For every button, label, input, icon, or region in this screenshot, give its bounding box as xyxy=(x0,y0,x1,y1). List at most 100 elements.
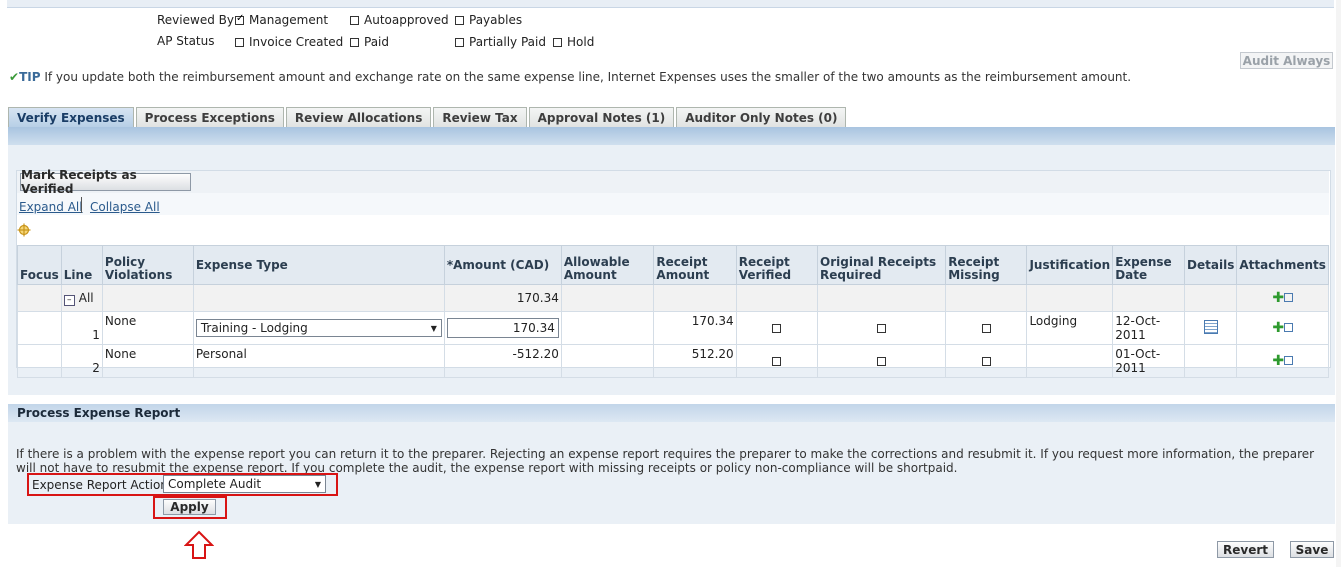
audit-always-button[interactable]: Audit Always xyxy=(1240,52,1333,69)
expand-collapse-row xyxy=(17,193,1329,215)
all-label: All xyxy=(78,290,94,305)
expense-report-action-label: Expense Report Action xyxy=(32,478,168,492)
save-button[interactable]: Save xyxy=(1290,541,1334,558)
col-expense-date-header: Expense Date xyxy=(1112,245,1186,285)
original-receipts-required-checkbox[interactable] xyxy=(877,357,887,366)
receipt-missing-checkbox[interactable] xyxy=(981,324,991,333)
partially-paid-checkbox[interactable] xyxy=(455,37,464,47)
tip-text: If you update both the reimbursement amo… xyxy=(44,70,1132,84)
ap-status-hold[interactable]: Hold xyxy=(553,35,594,49)
col-attachments-header: Attachments xyxy=(1236,245,1329,285)
dropdown-arrow-icon: ▼ xyxy=(430,323,437,333)
collapse-minus-icon[interactable]: – xyxy=(63,294,75,306)
amount-input[interactable]: 170.34 xyxy=(446,318,559,338)
tab-review-tax[interactable]: Review Tax xyxy=(433,107,527,127)
tab-review-allocations[interactable]: Review Allocations xyxy=(285,107,432,127)
process-expense-report-header: Process Expense Report xyxy=(8,404,1335,422)
add-attachment-icon[interactable]: ✚ xyxy=(1272,290,1284,306)
autoapproved-checkbox[interactable] xyxy=(350,15,359,25)
col-policy-header: Policy Violations xyxy=(101,245,194,285)
tip-message: ✔TIP If you update both the reimbursemen… xyxy=(9,70,1131,84)
col-focus-header: Focus xyxy=(17,245,62,285)
expand-all-link[interactable]: Expand All xyxy=(19,200,83,214)
attachment-icon[interactable] xyxy=(1284,293,1294,302)
justification xyxy=(1026,344,1114,378)
col-receipt-amount-header: Receipt Amount xyxy=(653,245,737,285)
hold-checkbox[interactable] xyxy=(553,37,562,47)
line-number: 1 xyxy=(60,311,103,345)
col-receipt-verified-header: Receipt Verified xyxy=(735,245,819,285)
reviewed-by-label: Reviewed By xyxy=(157,13,234,27)
apply-button[interactable]: Apply xyxy=(163,499,216,515)
col-original-required-header: Original Receipts Required xyxy=(817,245,947,285)
focus-crosshair-icon[interactable] xyxy=(17,223,31,237)
ap-status-label: AP Status xyxy=(157,34,215,48)
receipt-amount: 170.34 xyxy=(653,311,737,345)
ap-status-invoice-created[interactable]: Invoice Created xyxy=(235,35,343,49)
table-row: 2 None Personal -512.20 512.20 01-Oct-20… xyxy=(17,344,1329,378)
focus-cell xyxy=(17,311,62,345)
col-line-header: Line xyxy=(60,245,103,285)
amount: -512.20 xyxy=(443,344,562,378)
table-row-all: – All 170.34 ✚ xyxy=(17,284,1329,312)
receipt-amount: 512.20 xyxy=(653,344,737,378)
col-details-header: Details xyxy=(1184,245,1238,285)
expense-date: 12-Oct-2011 xyxy=(1112,311,1186,345)
ap-status-partially-paid[interactable]: Partially Paid xyxy=(455,35,546,49)
reviewed-by-management[interactable]: Management xyxy=(235,13,328,27)
policy-violations: None xyxy=(101,344,194,378)
invoice-created-checkbox[interactable] xyxy=(235,37,244,47)
expense-type: Personal xyxy=(192,344,445,378)
details-icon[interactable] xyxy=(1203,319,1218,334)
add-attachment-icon[interactable]: ✚ xyxy=(1272,320,1284,336)
receipt-verified-checkbox[interactable] xyxy=(772,357,782,366)
paid-checkbox[interactable] xyxy=(350,37,359,47)
table-toolbar xyxy=(17,171,1329,193)
dropdown-arrow-icon: ▼ xyxy=(314,479,321,489)
tab-verify-expenses[interactable]: Verify Expenses xyxy=(8,107,134,127)
attachment-icon[interactable] xyxy=(1284,356,1294,365)
mark-receipts-verified-button[interactable]: Mark Receipts as Verified xyxy=(20,168,191,196)
original-receipts-required-checkbox[interactable] xyxy=(877,324,887,333)
expense-lines-table: Focus Line Policy Violations Expense Typ… xyxy=(17,245,1329,378)
link-divider xyxy=(81,197,82,213)
allowable-amount xyxy=(560,344,655,378)
tab-approval-notes[interactable]: Approval Notes (1) xyxy=(528,107,675,127)
collapse-all-link[interactable]: Collapse All xyxy=(90,200,160,214)
justification: Lodging xyxy=(1026,311,1114,345)
tab-process-exceptions[interactable]: Process Exceptions xyxy=(135,107,284,127)
tab-underline-bar xyxy=(8,127,1335,145)
management-checkbox[interactable] xyxy=(235,13,244,25)
expense-report-action-select[interactable]: Complete Audit ▼ xyxy=(163,475,326,493)
allowable-amount xyxy=(560,311,655,345)
focus-cell xyxy=(17,344,62,378)
reviewed-by-autoapproved[interactable]: Autoapproved xyxy=(350,13,449,27)
revert-button[interactable]: Revert xyxy=(1217,541,1274,558)
details-cell xyxy=(1184,344,1238,378)
tip-label: TIP xyxy=(19,70,41,84)
receipt-missing-checkbox[interactable] xyxy=(981,357,991,366)
receipt-verified-checkbox[interactable] xyxy=(772,324,782,333)
top-header-strip xyxy=(7,0,1334,8)
all-toggle[interactable]: – All xyxy=(60,284,103,312)
tab-auditor-only-notes[interactable]: Auditor Only Notes (0) xyxy=(676,107,847,127)
policy-violations: None xyxy=(101,311,194,345)
process-description: If there is a problem with the expense r… xyxy=(16,447,1315,475)
payables-checkbox[interactable] xyxy=(455,15,464,25)
reviewed-by-payables[interactable]: Payables xyxy=(455,13,522,27)
add-attachment-icon[interactable]: ✚ xyxy=(1272,353,1284,369)
all-amount: 170.34 xyxy=(443,284,562,312)
col-justification-header: Justification xyxy=(1026,245,1114,285)
tab-bar: Verify Expenses Process Exceptions Revie… xyxy=(8,107,847,127)
attachment-icon[interactable] xyxy=(1284,323,1294,332)
expense-date: 01-Oct-2011 xyxy=(1112,344,1186,378)
line-number: 2 xyxy=(60,344,103,378)
table-row: 1 None Training - Lodging ▼ 170.34 170.34… xyxy=(17,311,1329,345)
col-amount-header: *Amount (CAD) xyxy=(443,245,562,285)
table-header-row: Focus Line Policy Violations Expense Typ… xyxy=(17,245,1329,285)
col-allowable-header: Allowable Amount xyxy=(560,245,655,285)
ap-status-paid[interactable]: Paid xyxy=(350,35,389,49)
checkmark-icon: ✔ xyxy=(9,70,20,84)
page-scroll-edge[interactable] xyxy=(1336,0,1341,567)
expense-type-select[interactable]: Training - Lodging ▼ xyxy=(195,319,442,337)
